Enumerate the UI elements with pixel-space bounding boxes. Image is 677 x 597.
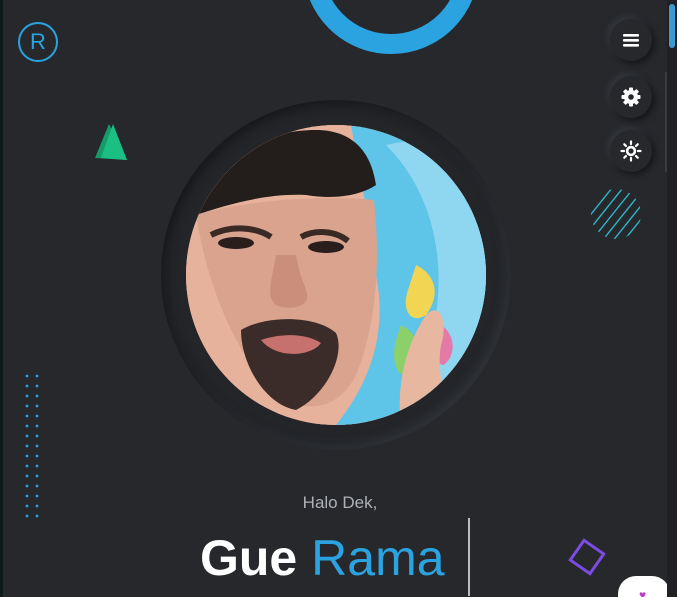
typing-cursor — [468, 518, 470, 596]
chat-heart-icon: ♥ — [639, 588, 647, 597]
name-second: Rama — [311, 530, 445, 586]
greeting-text: Halo Dek, — [302, 493, 378, 512]
scrollbar-thumb[interactable] — [669, 4, 675, 48]
name-first: Gue — [200, 530, 298, 586]
theme-toggle-button[interactable] — [610, 130, 652, 172]
portfolio-page: R Halo Dek, Gue Rama ♥ — [3, 0, 677, 597]
avatar — [186, 125, 486, 425]
striped-circle-decoration — [591, 189, 641, 239]
hamburger-icon — [623, 34, 639, 47]
gear-icon — [621, 87, 641, 107]
top-ring-decoration — [303, 0, 479, 54]
hero-title: Gue Rama — [200, 528, 445, 588]
settings-button[interactable] — [610, 76, 652, 118]
menu-button[interactable] — [610, 19, 652, 61]
square-decoration — [568, 538, 606, 576]
profile-photo — [186, 125, 486, 425]
sun-icon — [620, 140, 642, 162]
scroll-progress-line — [665, 72, 667, 172]
scrollbar-track[interactable] — [667, 0, 677, 597]
triangle-decoration — [95, 124, 127, 160]
logo[interactable]: R — [18, 22, 58, 62]
